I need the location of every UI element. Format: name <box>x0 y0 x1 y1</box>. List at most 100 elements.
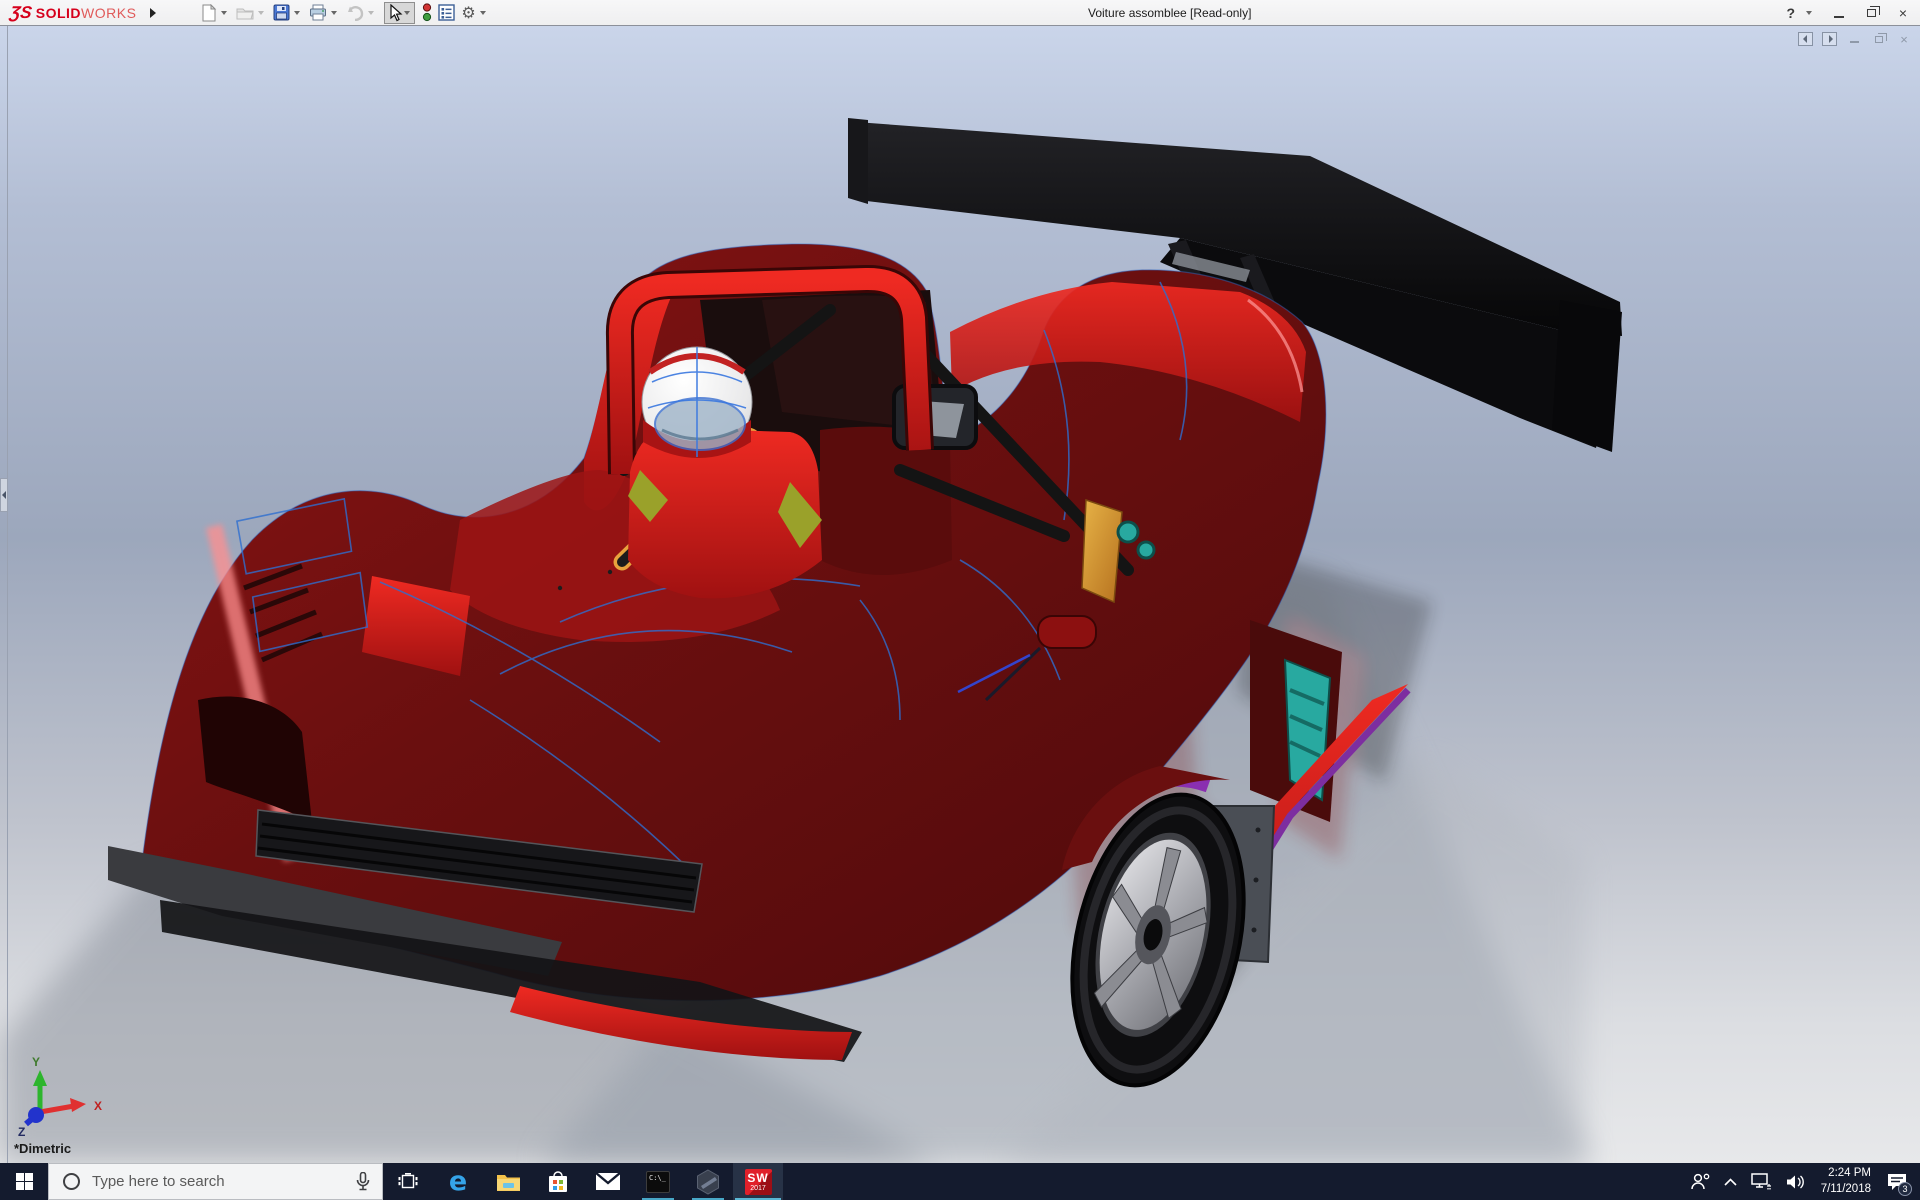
save-button[interactable] <box>270 2 293 24</box>
minimize-icon <box>1834 15 1844 18</box>
task-view-icon <box>398 1173 418 1189</box>
solidworks-logo: ƷS SOLID WORKS <box>8 2 137 22</box>
teal-vent-icon <box>1116 520 1140 544</box>
action-center-button[interactable]: 3 <box>1880 1163 1914 1200</box>
doc-restore-button[interactable] <box>1871 32 1887 46</box>
triad-z-label: Z <box>18 1125 25 1139</box>
command-prompt-icon: C:\_ <box>646 1170 670 1193</box>
taskbar-edge-button[interactable]: e <box>433 1163 483 1200</box>
people-button[interactable] <box>1683 1163 1717 1200</box>
close-button[interactable]: × <box>1892 4 1914 22</box>
print-icon <box>310 4 327 21</box>
people-icon <box>1690 1173 1710 1190</box>
solidworks-desktop: { "titlebar": { "logo_mark": "ƷS", "logo… <box>0 0 1920 1200</box>
restore-button[interactable] <box>1860 4 1882 22</box>
solidworks-2017-icon: SW 2017 <box>744 1168 772 1195</box>
close-icon: × <box>1898 5 1908 21</box>
taskbar-store-button[interactable] <box>533 1163 583 1200</box>
document-window-controls: × <box>1798 31 1912 47</box>
new-document-icon <box>202 3 217 21</box>
chevron-up-icon <box>1724 1177 1737 1186</box>
window-controls: ? × <box>1786 0 1914 26</box>
help-button[interactable]: ? <box>1786 5 1795 21</box>
windows-taskbar: e C:\_ SW 2017 <box>0 1163 1920 1200</box>
feature-manager-collapse-tab[interactable] <box>0 478 8 512</box>
tray-overflow-button[interactable] <box>1717 1163 1744 1200</box>
system-tray: 2:24 PM 7/11/2018 3 <box>1683 1163 1920 1200</box>
save-floppy-icon <box>273 4 290 21</box>
new-document-button[interactable] <box>198 2 220 24</box>
arrow-left-icon <box>1802 35 1807 43</box>
doc-restore-icon <box>1875 33 1887 43</box>
edge-icon: e <box>448 1166 468 1197</box>
menu-flyout-arrow-icon[interactable] <box>150 7 157 18</box>
task-view-button[interactable] <box>383 1163 433 1200</box>
tray-time: 2:24 PM <box>1828 1166 1871 1179</box>
doc-previous-button[interactable] <box>1798 32 1813 46</box>
undo-icon <box>348 5 364 21</box>
select-tool-button[interactable] <box>384 1 416 24</box>
new-document-dropdown[interactable] <box>221 10 228 15</box>
quick-access-toolbar: ⚙ <box>198 0 491 26</box>
gear-icon: ⚙ <box>461 2 476 22</box>
graphics-viewport[interactable]: Y X Z × *Dimetric <box>0 26 1920 1163</box>
settings-dropdown[interactable] <box>479 10 486 15</box>
taskbar-search[interactable] <box>48 1163 383 1200</box>
open-folder-icon <box>236 8 255 19</box>
open-button[interactable] <box>233 2 257 24</box>
tray-date: 7/11/2018 <box>1820 1182 1871 1195</box>
taskbar-solidworks-button[interactable]: SW 2017 <box>733 1163 783 1200</box>
title-bar: ƷS SOLID WORKS ⚙ Voiture assomblee [Read… <box>0 0 1920 26</box>
undo-dropdown[interactable] <box>368 10 375 15</box>
notification-count-badge: 3 <box>1898 1182 1912 1196</box>
microsoft-store-icon <box>549 1170 567 1192</box>
print-button[interactable] <box>306 2 330 24</box>
taskbar-command-prompt-button[interactable]: C:\_ <box>633 1163 683 1200</box>
network-icon <box>1750 1173 1771 1190</box>
select-dropdown[interactable] <box>404 10 411 15</box>
options-list-button[interactable] <box>435 2 458 24</box>
network-button[interactable] <box>1744 1163 1779 1200</box>
help-dropdown[interactable] <box>1806 11 1812 15</box>
collapse-arrow-icon <box>2 491 6 499</box>
undo-button[interactable] <box>343 2 367 24</box>
open-dropdown[interactable] <box>258 10 265 15</box>
print-dropdown[interactable] <box>331 10 338 15</box>
doc-minimize-button[interactable] <box>1846 32 1862 46</box>
taskbar-mail-button[interactable] <box>583 1163 633 1200</box>
taskbar-file-explorer-button[interactable] <box>483 1163 533 1200</box>
triad-y-label: Y <box>32 1055 40 1069</box>
traffic-light-icon <box>423 3 432 22</box>
volume-button[interactable] <box>1779 1163 1812 1200</box>
doc-close-icon: × <box>1900 31 1908 47</box>
start-button[interactable] <box>0 1163 48 1200</box>
doc-next-button[interactable] <box>1822 32 1837 46</box>
properties-list-icon <box>438 4 456 21</box>
arrow-right-icon <box>1828 35 1833 43</box>
select-cursor-icon <box>390 3 403 21</box>
speaker-icon <box>1786 1174 1804 1189</box>
side-mirror[interactable] <box>1037 615 1097 649</box>
save-dropdown[interactable] <box>294 10 301 15</box>
window-title: Voiture assomblee [Read-only] <box>1088 6 1252 20</box>
taskbar-search-input[interactable] <box>92 1173 356 1190</box>
taskbar-hexagon-app-button[interactable] <box>683 1163 733 1200</box>
doc-minimize-icon <box>1849 41 1859 43</box>
triad-x-label: X <box>94 1099 102 1113</box>
rebuild-lights-button[interactable] <box>419 2 435 24</box>
clock[interactable]: 2:24 PM 7/11/2018 <box>1812 1166 1880 1197</box>
doc-close-button[interactable]: × <box>1896 31 1912 47</box>
driver-helmet[interactable] <box>641 346 753 458</box>
panel-splitter[interactable] <box>7 26 8 1163</box>
settings-gear-button[interactable]: ⚙ <box>458 2 478 24</box>
car-assembly-model[interactable]: Y X Z <box>0 26 1920 1163</box>
hexagon-app-icon <box>697 1168 719 1195</box>
solidworks-logo-mark: ƷS <box>8 2 34 22</box>
minimize-button[interactable] <box>1828 4 1850 22</box>
view-orientation-label: *Dimetric <box>14 1141 72 1156</box>
windows-logo-icon <box>15 1173 33 1190</box>
microphone-icon[interactable] <box>356 1172 370 1191</box>
restore-icon <box>1866 6 1880 17</box>
mail-icon <box>596 1173 620 1190</box>
cortana-icon <box>63 1173 80 1190</box>
